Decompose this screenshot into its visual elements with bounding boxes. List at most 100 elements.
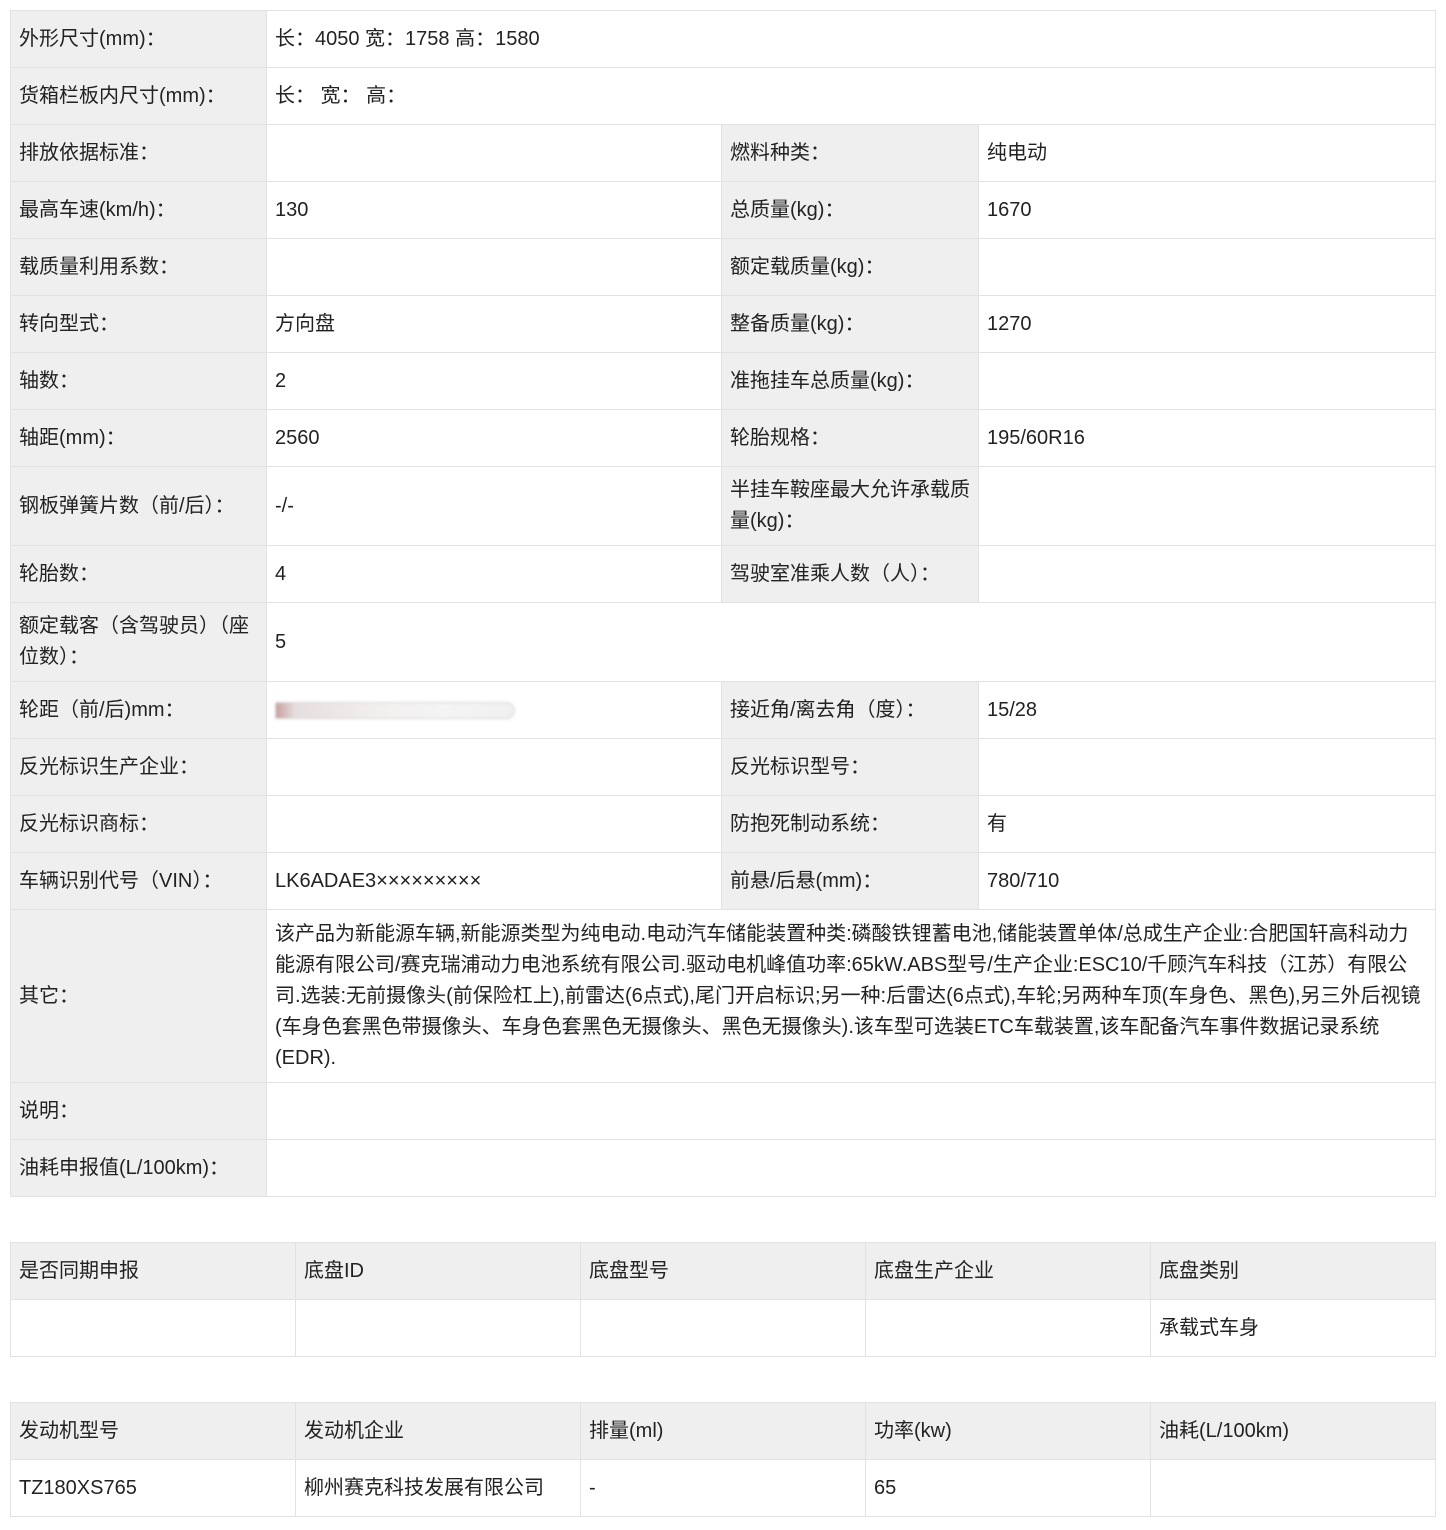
max-speed-value: 130 xyxy=(266,181,722,239)
approach-value: 15/28 xyxy=(977,681,1437,739)
leaf-spring-value: -/- xyxy=(266,466,722,546)
spec-row-spring-saddle: 钢板弹簧片数（前/后）： -/- 半挂车鞍座最大允许承载质量(kg)： xyxy=(10,466,1437,546)
saddle-label: 半挂车鞍座最大允许承载质量(kg)： xyxy=(721,466,979,546)
engine-header-row: 发动机型号 发动机企业 排量(ml) 功率(kw) 油耗(L/100km) xyxy=(10,1402,1436,1460)
other-label: 其它： xyxy=(10,909,267,1083)
chassis-header-id: 底盘ID xyxy=(295,1242,581,1300)
load-util-label: 载质量利用系数： xyxy=(10,238,267,296)
engine-model-value: TZ180XS765 xyxy=(10,1459,296,1517)
reflector-maker-label: 反光标识生产企业： xyxy=(10,738,267,796)
track-value xyxy=(266,681,722,739)
total-mass-value: 1670 xyxy=(977,181,1437,239)
spec-row-note: 说明： xyxy=(10,1082,1437,1140)
engine-header-model: 发动机型号 xyxy=(10,1402,296,1460)
cargo-box-value: 长： 宽： 高： xyxy=(265,67,1437,125)
spec-row-passengers: 额定载客（含驾驶员）（座位数）： 5 xyxy=(10,602,1437,682)
reflector-brand-value xyxy=(266,795,722,853)
spec-row-track-approach: 轮距（前/后)mm： 接近角/离去角（度）： 15/28 xyxy=(10,681,1437,739)
max-speed-label: 最高车速(km/h)： xyxy=(10,181,267,239)
engine-displacement-value: - xyxy=(580,1459,866,1517)
tire-spec-label: 轮胎规格： xyxy=(721,409,979,467)
axles-label: 轴数： xyxy=(10,352,267,410)
tires-count-value: 4 xyxy=(266,545,722,603)
engine-consumption-value xyxy=(1150,1459,1436,1517)
chassis-concurrent-value xyxy=(10,1299,296,1357)
overhang-label: 前悬/后悬(mm)： xyxy=(721,852,979,910)
curb-mass-value: 1270 xyxy=(977,295,1437,353)
engine-header-consumption: 油耗(L/100km) xyxy=(1150,1402,1436,1460)
engine-header-maker: 发动机企业 xyxy=(295,1402,581,1460)
chassis-header-type: 底盘类别 xyxy=(1150,1242,1436,1300)
overhang-value: 780/710 xyxy=(977,852,1437,910)
chassis-header-row: 是否同期申报 底盘ID 底盘型号 底盘生产企业 底盘类别 xyxy=(10,1242,1436,1300)
passengers-label: 额定载客（含驾驶员）（座位数）： xyxy=(10,602,267,682)
chassis-id-value xyxy=(295,1299,581,1357)
engine-power-value: 65 xyxy=(865,1459,1151,1517)
fuel-label: 燃料种类： xyxy=(721,124,979,182)
chassis-maker-value xyxy=(865,1299,1151,1357)
load-util-value xyxy=(266,238,722,296)
spec-row-other: 其它： 该产品为新能源车辆,新能源类型为纯电动.电动汽车储能装置种类:磷酸铁锂蓄… xyxy=(10,909,1437,1083)
spec-row-load: 载质量利用系数： 额定载质量(kg)： xyxy=(10,238,1437,296)
track-value-redacted xyxy=(275,701,515,719)
trailer-mass-label: 准拖挂车总质量(kg)： xyxy=(721,352,979,410)
total-mass-label: 总质量(kg)： xyxy=(721,181,979,239)
note-value xyxy=(265,1082,1437,1140)
engine-table: 发动机型号 发动机企业 排量(ml) 功率(kw) 油耗(L/100km) TZ… xyxy=(10,1402,1436,1517)
engine-maker-value: 柳州赛克科技发展有限公司 xyxy=(295,1459,581,1517)
wheelbase-value: 2560 xyxy=(266,409,722,467)
table-row: TZ180XS765 柳州赛克科技发展有限公司 - 65 xyxy=(10,1459,1436,1517)
passengers-value: 5 xyxy=(265,602,1437,682)
reflector-maker-value xyxy=(266,738,722,796)
chassis-type-value: 承载式车身 xyxy=(1150,1299,1436,1357)
spec-row-fuel-consumption: 油耗申报值(L/100km)： xyxy=(10,1139,1437,1197)
trailer-mass-value xyxy=(977,352,1437,410)
engine-header-power: 功率(kw) xyxy=(865,1402,1151,1460)
approach-label: 接近角/离去角（度）： xyxy=(721,681,979,739)
abs-label: 防抱死制动系统： xyxy=(721,795,979,853)
chassis-model-value xyxy=(580,1299,866,1357)
note-label: 说明： xyxy=(10,1082,267,1140)
tire-spec-value: 195/60R16 xyxy=(977,409,1437,467)
chassis-header-maker: 底盘生产企业 xyxy=(865,1242,1151,1300)
chassis-header-concurrent: 是否同期申报 xyxy=(10,1242,296,1300)
spec-row-reflector-maker: 反光标识生产企业： 反光标识型号： xyxy=(10,738,1437,796)
spec-row-tires-cab: 轮胎数： 4 驾驶室准乘人数（人）： xyxy=(10,545,1437,603)
saddle-value xyxy=(977,466,1437,546)
dimensions-label: 外形尺寸(mm)： xyxy=(10,10,267,68)
engine-header-displacement: 排量(ml) xyxy=(580,1402,866,1460)
reflector-model-label: 反光标识型号： xyxy=(721,738,979,796)
other-value: 该产品为新能源车辆,新能源类型为纯电动.电动汽车储能装置种类:磷酸铁锂蓄电池,储… xyxy=(265,909,1437,1083)
spec-row-speed-mass: 最高车速(km/h)： 130 总质量(kg)： 1670 xyxy=(10,181,1437,239)
cab-seats-label: 驾驶室准乘人数（人）： xyxy=(721,545,979,603)
tires-count-label: 轮胎数： xyxy=(10,545,267,603)
vin-label: 车辆识别代号（VIN）： xyxy=(10,852,267,910)
steering-label: 转向型式： xyxy=(10,295,267,353)
emission-value xyxy=(266,124,722,182)
track-label: 轮距（前/后)mm： xyxy=(10,681,267,739)
vin-value: LK6ADAE3××××××××× xyxy=(266,852,722,910)
fuel-value: 纯电动 xyxy=(977,124,1437,182)
spec-row-vin-overhang: 车辆识别代号（VIN）： LK6ADAE3××××××××× 前悬/后悬(mm)… xyxy=(10,852,1437,910)
wheelbase-label: 轴距(mm)： xyxy=(10,409,267,467)
steering-value: 方向盘 xyxy=(266,295,722,353)
reflector-model-value xyxy=(977,738,1437,796)
spec-row-emission-fuel: 排放依据标准： 燃料种类： 纯电动 xyxy=(10,124,1437,182)
dimensions-value: 长：4050 宽：1758 高：1580 xyxy=(265,10,1437,68)
reflector-brand-label: 反光标识商标： xyxy=(10,795,267,853)
curb-mass-label: 整备质量(kg)： xyxy=(721,295,979,353)
chassis-header-model: 底盘型号 xyxy=(580,1242,866,1300)
spec-row-reflector-brand: 反光标识商标： 防抱死制动系统： 有 xyxy=(10,795,1437,853)
leaf-spring-label: 钢板弹簧片数（前/后）： xyxy=(10,466,267,546)
cab-seats-value xyxy=(977,545,1437,603)
spec-row-dimensions: 外形尺寸(mm)： 长：4050 宽：1758 高：1580 xyxy=(10,10,1437,68)
spec-row-wheelbase-tire: 轴距(mm)： 2560 轮胎规格： 195/60R16 xyxy=(10,409,1437,467)
fuel-consumption-label: 油耗申报值(L/100km)： xyxy=(10,1139,267,1197)
vehicle-spec-table: 外形尺寸(mm)： 长：4050 宽：1758 高：1580 货箱栏板内尺寸(m… xyxy=(10,10,1437,1197)
rated-load-value xyxy=(977,238,1437,296)
chassis-table: 是否同期申报 底盘ID 底盘型号 底盘生产企业 底盘类别 承载式车身 xyxy=(10,1242,1436,1357)
table-row: 承载式车身 xyxy=(10,1299,1436,1357)
rated-load-label: 额定载质量(kg)： xyxy=(721,238,979,296)
spec-row-axles-trailer: 轴数： 2 准拖挂车总质量(kg)： xyxy=(10,352,1437,410)
axles-value: 2 xyxy=(266,352,722,410)
